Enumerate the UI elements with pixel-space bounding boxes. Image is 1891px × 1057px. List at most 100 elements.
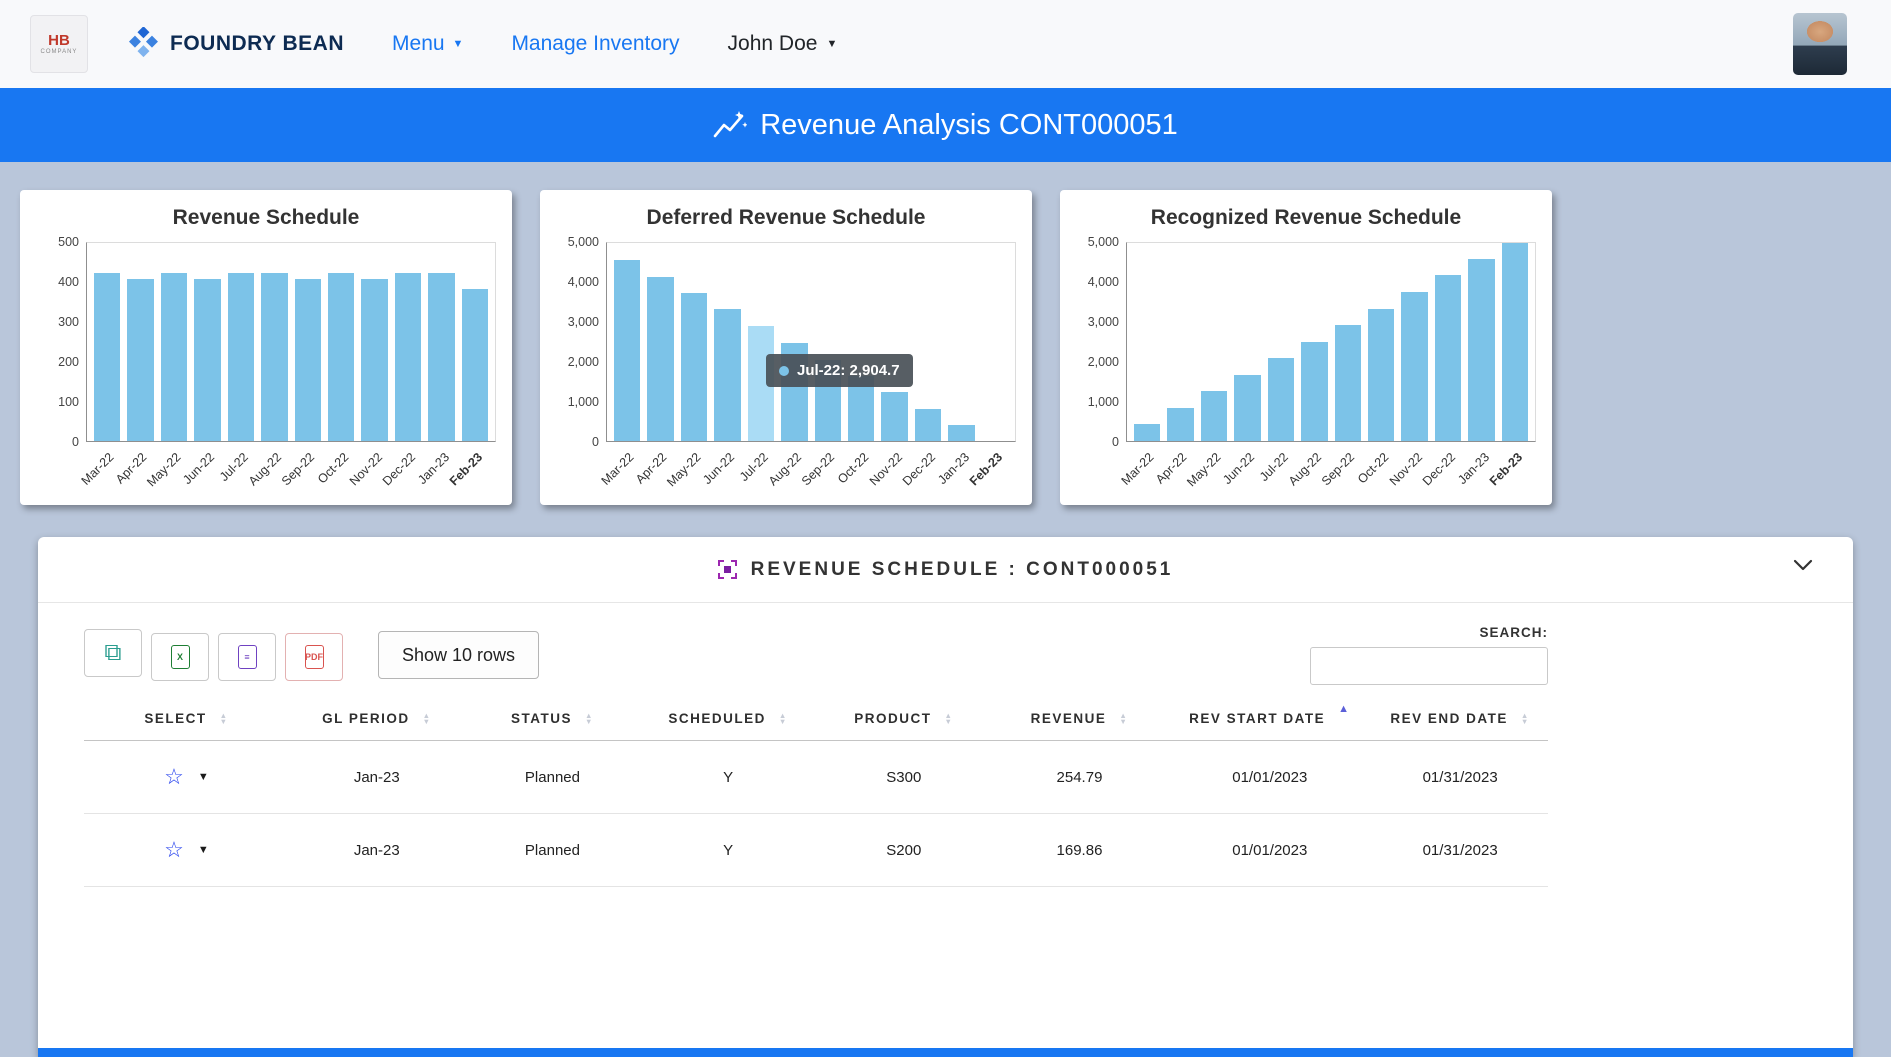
bar-Jan-23[interactable] xyxy=(1468,259,1494,441)
excel-button[interactable]: X xyxy=(151,633,209,681)
column-header-status[interactable]: STATUS▲▼ xyxy=(465,699,641,741)
sort-icon[interactable]: ▲▼ xyxy=(944,713,953,726)
row-menu-caret-icon[interactable]: ▼ xyxy=(198,771,209,783)
sort-icon[interactable]: ▲▼ xyxy=(220,713,229,726)
bar-Jan-23[interactable] xyxy=(948,425,974,441)
sort-icon[interactable]: ▲ xyxy=(1338,703,1350,715)
column-header-product[interactable]: PRODUCT▲▼ xyxy=(816,699,992,741)
bar-Apr-22[interactable] xyxy=(647,277,673,441)
search-input[interactable] xyxy=(1310,647,1548,685)
chart-tooltip: Jul-22: 2,904.7 xyxy=(766,354,913,387)
column-header-rev-start-date[interactable]: REV START DATE▲ xyxy=(1167,699,1372,741)
bar-Mar-22[interactable] xyxy=(614,260,640,441)
y-tick-label: 2,000 xyxy=(568,355,599,369)
x-axis-labels: Mar-22Apr-22May-22Jun-22Jul-22Aug-22Sep-… xyxy=(1126,442,1536,490)
column-label: GL PERIOD xyxy=(322,711,410,726)
sort-icon[interactable]: ▲▼ xyxy=(1119,713,1128,726)
x-tick: May-22 xyxy=(1200,442,1227,490)
copy-button[interactable]: ⧉ xyxy=(84,629,142,677)
x-tick-label: Mar-22 xyxy=(1118,450,1156,488)
bar-Nov-22[interactable] xyxy=(881,392,907,441)
star-icon[interactable]: ☆ xyxy=(164,837,184,862)
table-body: ☆▼Jan-23PlannedYS300254.7901/01/202301/3… xyxy=(84,741,1548,887)
bar-Jul-22[interactable] xyxy=(228,273,254,441)
sort-icon[interactable]: ▲▼ xyxy=(1521,713,1530,726)
bar-Sep-22[interactable] xyxy=(1335,325,1361,441)
bar-Nov-22[interactable] xyxy=(1401,292,1427,441)
bar-Apr-22[interactable] xyxy=(127,279,153,441)
x-tick: Dec-22 xyxy=(915,442,942,490)
y-axis: 01,0002,0003,0004,0005,000 xyxy=(1076,242,1126,442)
panel-title: REVENUE SCHEDULE : CONT000051 xyxy=(751,559,1174,581)
bar-Jun-22[interactable] xyxy=(1234,375,1260,441)
bar-May-22[interactable] xyxy=(161,273,187,441)
top-navbar: HB COMPANY FOUNDRY BEAN Menu ▼ Manage In… xyxy=(0,0,1891,88)
y-tick-label: 3,000 xyxy=(1088,315,1119,329)
bar-May-22[interactable] xyxy=(1201,391,1227,441)
bar-Oct-22[interactable] xyxy=(1368,309,1394,441)
cell-select: ☆▼ xyxy=(84,814,289,887)
bar-Jan-23[interactable] xyxy=(428,273,454,441)
partial-next-row xyxy=(38,1048,1853,1057)
y-tick-label: 200 xyxy=(58,355,79,369)
chart-title: Deferred Revenue Schedule xyxy=(556,206,1016,230)
sort-icon[interactable]: ▲▼ xyxy=(779,713,788,726)
y-tick-label: 300 xyxy=(58,315,79,329)
x-axis-labels: Mar-22Apr-22May-22Jun-22Jul-22Aug-22Sep-… xyxy=(606,442,1016,490)
sort-icon[interactable]: ▲▼ xyxy=(585,713,594,726)
bar-Mar-22[interactable] xyxy=(94,273,120,441)
panel-header: REVENUE SCHEDULE : CONT000051 xyxy=(38,537,1853,603)
column-header-scheduled[interactable]: SCHEDULED▲▼ xyxy=(640,699,816,741)
bar-May-22[interactable] xyxy=(681,293,707,441)
menu-dropdown[interactable]: Menu ▼ xyxy=(392,32,463,56)
row-menu-caret-icon[interactable]: ▼ xyxy=(198,844,209,856)
revenue-table: SELECT▲▼GL PERIOD▲▼STATUS▲▼SCHEDULED▲▼PR… xyxy=(84,699,1548,887)
x-tick: Feb-23 xyxy=(462,442,489,490)
user-dropdown[interactable]: John Doe ▼ xyxy=(728,32,838,56)
revenue-analysis-icon xyxy=(713,110,747,140)
bar-Feb-23[interactable] xyxy=(462,289,488,441)
cell-gl-period: Jan-23 xyxy=(289,741,465,814)
x-tick: Feb-23 xyxy=(982,442,1009,490)
bar-Nov-22[interactable] xyxy=(361,279,387,441)
csv-button[interactable]: ≡ xyxy=(218,633,276,681)
show-rows-button[interactable]: Show 10 rows xyxy=(378,631,539,679)
user-avatar[interactable] xyxy=(1793,13,1847,75)
bar-Dec-22[interactable] xyxy=(1435,275,1461,441)
bar-Apr-22[interactable] xyxy=(1167,408,1193,441)
column-header-rev-end-date[interactable]: REV END DATE▲▼ xyxy=(1372,699,1548,741)
bar-Aug-22[interactable] xyxy=(261,273,287,441)
bar-Oct-22[interactable] xyxy=(328,273,354,441)
column-header-revenue[interactable]: REVENUE▲▼ xyxy=(992,699,1168,741)
recognized-revenue-chart: Recognized Revenue Schedule 01,0002,0003… xyxy=(1060,190,1552,505)
y-tick-label: 5,000 xyxy=(1088,235,1119,249)
foundry-bean-logo[interactable]: FOUNDRY BEAN xyxy=(126,27,344,61)
manage-inventory-link[interactable]: Manage Inventory xyxy=(511,32,679,56)
revenue-schedule-panel: REVENUE SCHEDULE : CONT000051 ⧉X≡ PDF Sho… xyxy=(38,537,1853,1057)
bar-Dec-22[interactable] xyxy=(915,409,941,441)
company-logo[interactable]: HB COMPANY xyxy=(30,15,88,73)
cell-revenue: 254.79 xyxy=(992,741,1168,814)
bar-Feb-23[interactable] xyxy=(1502,243,1528,441)
sort-icon[interactable]: ▲▼ xyxy=(423,713,432,726)
series-marker-icon xyxy=(779,366,789,376)
bar-Aug-22[interactable] xyxy=(1301,342,1327,441)
x-tick: Mar-22 xyxy=(613,442,640,490)
bar-Sep-22[interactable] xyxy=(295,279,321,441)
cell-status: Planned xyxy=(465,814,641,887)
cell-gl-period: Jan-23 xyxy=(289,814,465,887)
column-header-select[interactable]: SELECT▲▼ xyxy=(84,699,289,741)
star-icon[interactable]: ☆ xyxy=(164,764,184,789)
bar-Jul-22[interactable] xyxy=(1268,358,1294,441)
pdf-icon: PDF xyxy=(305,645,324,669)
column-header-gl-period[interactable]: GL PERIOD ▲▼ xyxy=(289,699,465,741)
bar-Jun-22[interactable] xyxy=(194,279,220,441)
collapse-chevron-icon[interactable] xyxy=(1793,559,1813,577)
bar-Mar-22[interactable] xyxy=(1134,424,1160,441)
brand-name: FOUNDRY BEAN xyxy=(170,32,344,56)
x-tick: May-22 xyxy=(680,442,707,490)
x-tick: Jun-22 xyxy=(194,442,221,490)
bar-Dec-22[interactable] xyxy=(395,273,421,441)
pdf-button[interactable]: PDF xyxy=(285,633,343,681)
bar-Jun-22[interactable] xyxy=(714,309,740,441)
